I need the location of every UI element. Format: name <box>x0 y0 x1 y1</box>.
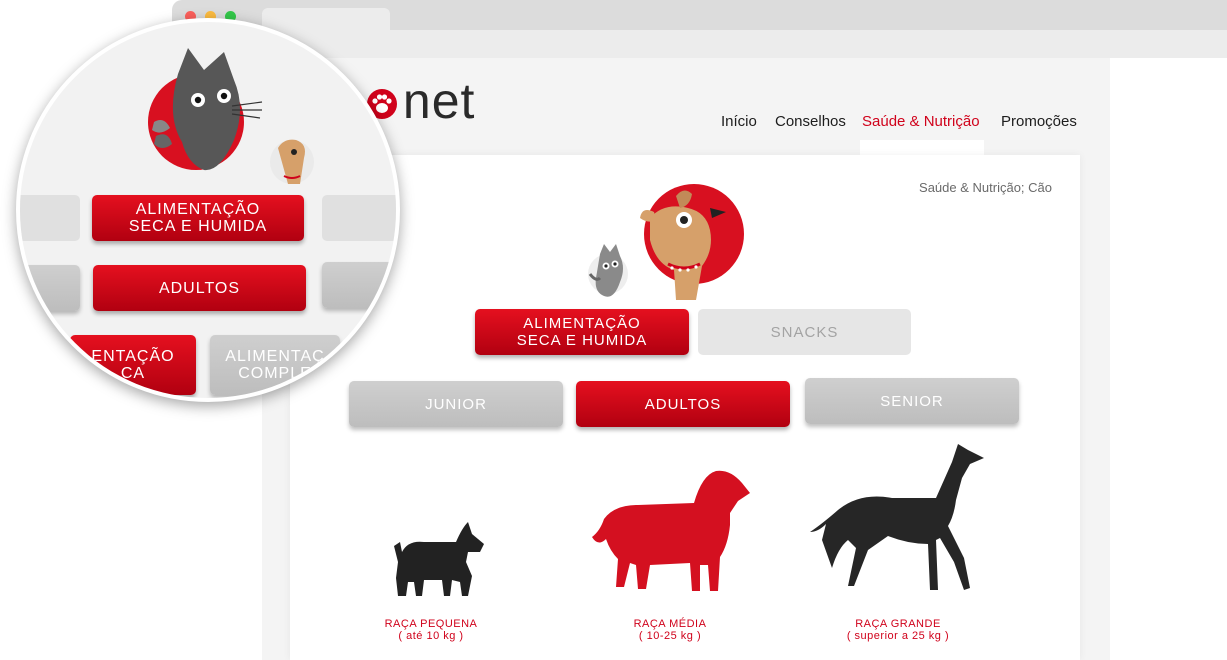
breadcrumb: Saúde & Nutrição; Cão <box>919 180 1052 195</box>
breed-option-medium[interactable]: RAÇA MÉDIA ( 10-25 kg ) <box>590 465 750 645</box>
breed-large-range: ( superior a 25 kg ) <box>846 630 950 642</box>
nav-item-conselhos[interactable]: Conselhos <box>775 113 846 130</box>
zoom-mascot-illustration <box>148 48 314 184</box>
zoom-bottom-right-button: ALIMENTAÇ COMPLE <box>210 335 340 395</box>
zoom-bottom-right-line1: ALIMENTAÇ <box>225 348 325 365</box>
breed-medium-range: ( 10-25 kg ) <box>638 630 702 642</box>
breed-small-label: RAÇA PEQUENA ( até 10 kg ) <box>372 618 490 642</box>
food-type-dry-wet-button[interactable]: ALIMENTAÇÃO SECA E HUMIDA <box>475 309 689 355</box>
zoom-bottom-right-line2: COMPLE <box>238 365 312 382</box>
golden-retriever-silhouette <box>592 470 750 591</box>
scottish-terrier-silhouette <box>394 522 484 596</box>
zoom-bottom-left-line2: CA <box>120 365 146 382</box>
life-stage-adultos-button[interactable]: ADULTOS <box>576 381 790 427</box>
logo-text-after: net <box>402 73 476 129</box>
zoom-bottom-left-line1: ENTAÇÃO <box>91 348 175 365</box>
zoom-food-line1: ALIMENTAÇÃO <box>135 201 261 218</box>
zoom-left-stage-button <box>20 265 80 311</box>
active-nav-indicator <box>860 140 984 156</box>
breed-option-large[interactable]: RAÇA GRANDE ( superior a 25 kg ) <box>808 440 988 645</box>
food-type-snacks-label: SNACKS <box>770 323 839 341</box>
life-stage-junior-label: JUNIOR <box>425 395 487 413</box>
nav-item-inicio[interactable]: Início <box>721 113 757 130</box>
mascot-illustration <box>580 180 750 305</box>
zoom-left-placeholder-button <box>20 195 80 241</box>
breed-small-range: ( até 10 kg ) <box>398 630 464 642</box>
zoom-food-type-button: ALIMENTAÇÃO SECA E HUMIDA <box>92 195 304 241</box>
breed-small-name: RAÇA PEQUENA <box>384 618 478 630</box>
zoom-magnifier: ALIMENTAÇÃO SECA E HUMIDA ADULTOS ENTAÇÃO… <box>16 18 400 402</box>
breed-large-name: RAÇA GRANDE <box>855 618 941 630</box>
zoom-stage-button: ADULTOS <box>93 265 306 311</box>
breed-option-small[interactable]: RAÇA PEQUENA ( até 10 kg ) <box>372 518 490 648</box>
breed-medium-label: RAÇA MÉDIA ( 10-25 kg ) <box>590 618 750 642</box>
zoom-food-line2: SECA E HUMIDA <box>128 218 268 235</box>
food-type-line2: SECA E HUMIDA <box>516 332 648 349</box>
paw-icon <box>365 75 399 119</box>
greyhound-silhouette <box>810 444 984 590</box>
zoom-right-placeholder-button <box>322 195 396 241</box>
food-type-line1: ALIMENTAÇÃO <box>523 315 641 332</box>
life-stage-senior-button[interactable]: SENIOR <box>805 378 1019 424</box>
life-stage-junior-button[interactable]: JUNIOR <box>349 381 563 427</box>
cat-icon <box>588 244 628 297</box>
zoom-stage-label: ADULTOS <box>158 279 241 297</box>
breed-medium-name: RAÇA MÉDIA <box>633 618 707 630</box>
nav-item-promocoes[interactable]: Promoções <box>1001 113 1077 130</box>
zoom-bottom-left-button: ENTAÇÃO CA <box>70 335 196 395</box>
zoom-right-stage-button <box>322 262 396 308</box>
food-type-snacks-button[interactable]: SNACKS <box>698 309 911 355</box>
life-stage-senior-label: SENIOR <box>880 392 944 410</box>
life-stage-adultos-label: ADULTOS <box>644 395 722 413</box>
nav-item-saude-nutricao[interactable]: Saúde & Nutrição <box>862 113 980 130</box>
breed-large-label: RAÇA GRANDE ( superior a 25 kg ) <box>808 618 988 642</box>
